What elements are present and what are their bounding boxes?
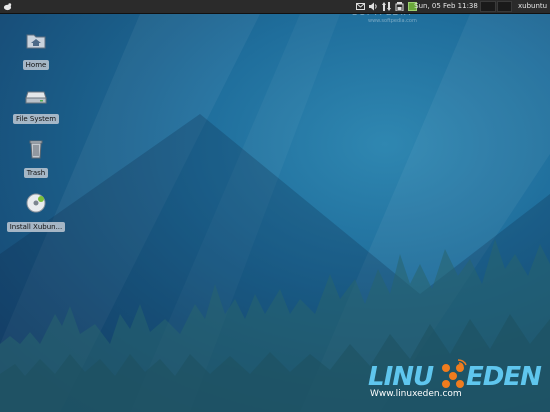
desktop-icon-install-xubuntu[interactable]: Install Xubun... — [6, 192, 66, 233]
folder-home-icon — [26, 34, 46, 49]
logo-url: Www.linuxeden.com — [370, 389, 462, 399]
trash-icon — [29, 140, 43, 159]
drive-icon — [25, 91, 47, 104]
volume-icon[interactable] — [369, 2, 378, 11]
mail-icon[interactable] — [356, 2, 365, 11]
workspace-2[interactable] — [496, 1, 512, 12]
desktop-icon-file-system[interactable]: File System — [6, 84, 66, 125]
system-tray — [356, 1, 417, 12]
top-panel: Sun, 05 Feb 11:38 xubuntu — [0, 0, 550, 14]
power-icon[interactable] — [395, 2, 404, 11]
logo-text-left: LINU — [368, 362, 434, 392]
desktop-icon-label: File System — [12, 114, 60, 124]
install-disc-icon — [26, 193, 46, 213]
desktop-icon-home[interactable]: Home — [6, 30, 66, 71]
desktop-icon-label: Trash — [23, 168, 49, 178]
logo-x-icon — [442, 359, 467, 388]
network-icon[interactable] — [382, 2, 391, 11]
logo-text-right: EDEN — [466, 362, 542, 392]
workspace-switcher[interactable] — [480, 1, 512, 12]
desktop-icon-label: Home — [22, 60, 50, 70]
desktop-wallpaper — [0, 14, 550, 412]
desktop-icon-label: Install Xubun... — [6, 222, 66, 232]
linuxeden-logo: LINU EDEN Www.linuxeden.com — [366, 358, 550, 412]
workspace-1[interactable] — [480, 1, 496, 12]
user-menu[interactable]: xubuntu — [518, 0, 547, 13]
desktop-icon-trash[interactable]: Trash — [6, 138, 66, 179]
clock[interactable]: Sun, 05 Feb 11:38 — [414, 0, 478, 13]
xfce-menu-icon[interactable] — [3, 2, 12, 11]
